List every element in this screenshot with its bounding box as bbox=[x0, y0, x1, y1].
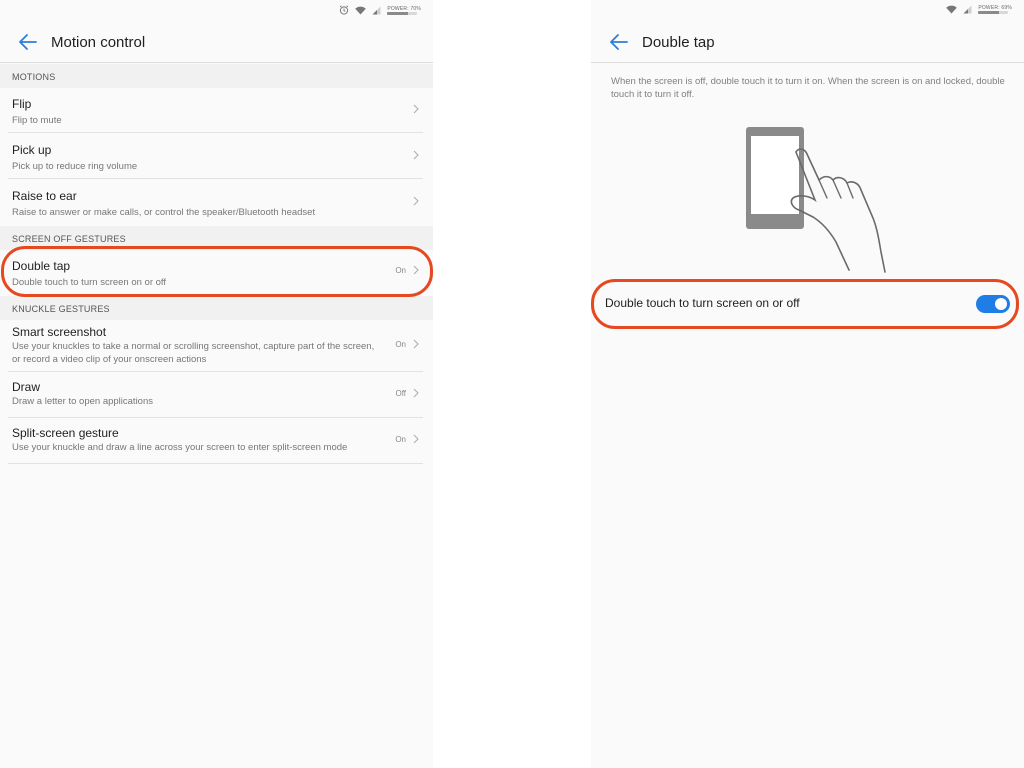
status-bar: POWER: 70% bbox=[0, 0, 433, 22]
toggle-knob bbox=[995, 298, 1007, 310]
section-header-motions: MOTIONS bbox=[0, 64, 433, 88]
list-item-double-tap[interactable]: Double tap Double touch to turn screen o… bbox=[0, 250, 433, 296]
battery-text: POWER: 70% bbox=[387, 5, 421, 12]
item-title: Double tap bbox=[12, 259, 71, 273]
list-item-split-screen-gesture[interactable]: Split-screen gesture Use your knuckle an… bbox=[0, 418, 433, 464]
chevron-right-icon bbox=[413, 104, 419, 114]
double-touch-toggle[interactable] bbox=[976, 295, 1010, 313]
app-bar: Motion control bbox=[0, 22, 433, 63]
item-title: Draw bbox=[12, 380, 41, 394]
item-title: Smart screenshot bbox=[12, 325, 107, 339]
app-bar: Double tap bbox=[591, 22, 1024, 63]
status-icons: POWER: 70% bbox=[339, 5, 421, 15]
item-title: Split-screen gesture bbox=[12, 426, 119, 440]
chevron-right-icon bbox=[413, 196, 419, 206]
item-title: Pick up bbox=[12, 143, 52, 157]
battery-icon: POWER: 69% bbox=[978, 5, 1012, 14]
status-value: On bbox=[395, 340, 406, 349]
item-subtitle: Pick up to reduce ring volume bbox=[12, 161, 138, 172]
chevron-right-icon bbox=[413, 150, 419, 160]
list-item-raise-to-ear[interactable]: Raise to ear Raise to answer or make cal… bbox=[0, 180, 433, 225]
chevron-right-icon bbox=[413, 434, 419, 444]
wifi-icon bbox=[946, 5, 958, 14]
status-value: On bbox=[395, 266, 406, 275]
chevron-right-icon bbox=[413, 388, 419, 398]
chevron-right-icon bbox=[413, 339, 419, 349]
chevron-right-icon bbox=[413, 265, 419, 275]
signal-icon bbox=[963, 5, 972, 14]
item-title: Raise to ear bbox=[12, 189, 77, 203]
list-item-flip[interactable]: Flip Flip to mute bbox=[0, 88, 433, 133]
status-icons: POWER: 69% bbox=[946, 5, 1012, 14]
status-bar: POWER: 69% bbox=[591, 0, 1024, 22]
item-title: Flip bbox=[12, 97, 32, 111]
item-subtitle: Use your knuckles to take a normal or sc… bbox=[12, 341, 375, 365]
item-subtitle: Flip to mute bbox=[12, 115, 62, 126]
page-title: Double tap bbox=[642, 34, 715, 51]
wifi-icon bbox=[355, 6, 367, 14]
alarm-icon bbox=[340, 5, 349, 15]
motion-control-screen: POWER: 70% Motion control MOTIONS Flip F… bbox=[0, 0, 433, 768]
status-value: Off bbox=[395, 389, 406, 398]
list-item-draw[interactable]: Draw Draw a letter to open applications … bbox=[0, 372, 433, 418]
double-touch-toggle-row[interactable]: Double touch to turn screen on or off bbox=[591, 285, 1024, 325]
item-subtitle: Use your knuckle and draw a line across … bbox=[12, 442, 348, 453]
list-item-pick-up[interactable]: Pick up Pick up to reduce ring volume bbox=[0, 134, 433, 179]
battery-icon: POWER: 70% bbox=[387, 6, 421, 15]
double-tap-screen: POWER: 69% Double tap When the screen is… bbox=[591, 0, 1024, 768]
back-arrow-icon[interactable] bbox=[609, 33, 629, 51]
back-arrow-icon[interactable] bbox=[18, 33, 38, 51]
double-tap-illustration bbox=[746, 127, 886, 273]
item-subtitle: Double touch to turn screen on or off bbox=[12, 277, 167, 288]
item-subtitle: Draw a letter to open applications bbox=[12, 396, 153, 407]
status-value: On bbox=[395, 435, 406, 444]
page-title: Motion control bbox=[51, 34, 146, 51]
section-header-screen-off: SCREEN OFF GESTURES bbox=[0, 226, 433, 250]
signal-icon bbox=[372, 6, 381, 14]
section-header-knuckle: KNUCKLE GESTURES bbox=[0, 296, 433, 320]
item-subtitle: Raise to answer or make calls, or contro… bbox=[12, 207, 316, 218]
description-text: When the screen is off, double touch it … bbox=[611, 76, 1005, 100]
toggle-label: Double touch to turn screen on or off bbox=[605, 296, 800, 310]
list-item-smart-screenshot[interactable]: Smart screenshot Use your knuckles to ta… bbox=[0, 320, 433, 372]
